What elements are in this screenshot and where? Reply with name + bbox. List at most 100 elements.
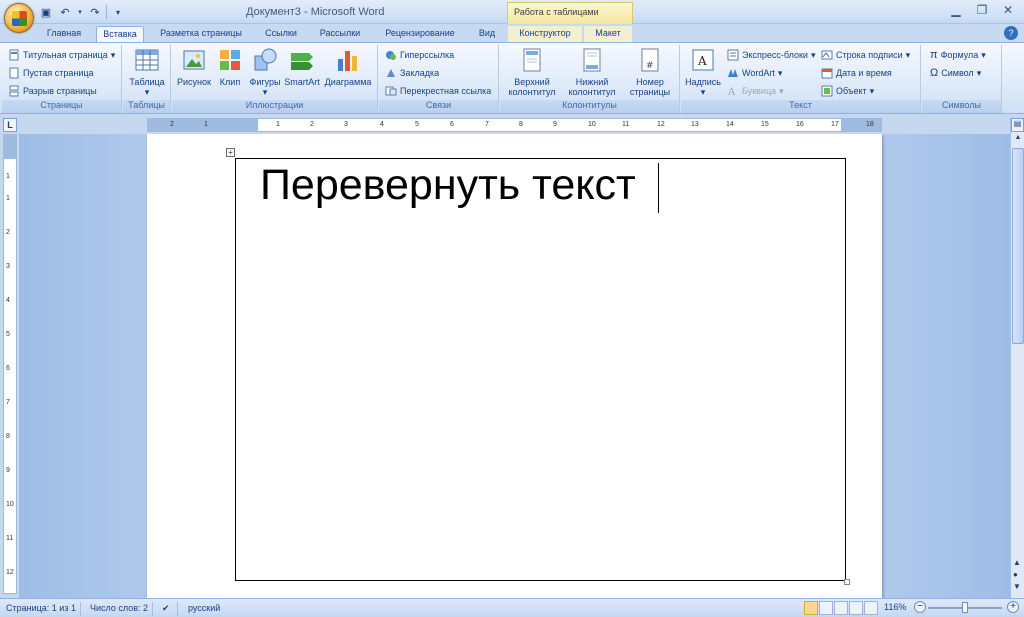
minimize-icon[interactable]: ▁: [944, 2, 968, 19]
next-page-icon[interactable]: ▼: [1013, 582, 1021, 591]
smartart-button[interactable]: SmartArt: [282, 47, 322, 87]
zoom-out-icon[interactable]: −: [914, 601, 926, 613]
wordart-label: WordArt: [742, 68, 775, 78]
print-layout-icon[interactable]: [804, 601, 818, 615]
vertical-ruler[interactable]: 1 1 2 3 4 5 6 7 8 9 10 11 12: [3, 134, 17, 594]
dropdown-arrow-icon: ▾: [981, 49, 986, 60]
tab-table-design[interactable]: Конструктор: [508, 26, 582, 42]
picture-button[interactable]: Рисунок: [176, 47, 212, 87]
dropdown-arrow-icon: ▾: [810, 49, 816, 60]
ruler-tick: 13: [691, 121, 699, 128]
header-button[interactable]: Верхний колонтитул: [504, 47, 560, 97]
table-button[interactable]: Таблица ▾: [128, 47, 166, 97]
word-count[interactable]: Число слов: 2: [86, 602, 154, 616]
page-break-button[interactable]: Разрыв страницы: [8, 83, 97, 99]
undo-dropdown-icon[interactable]: ▾: [76, 4, 84, 20]
ruler-tick: 1: [6, 195, 10, 202]
window-title: Документ3 - Microsoft Word: [246, 6, 385, 18]
ruler-tick: 12: [657, 121, 665, 128]
horizontal-ruler[interactable]: 2 1 1 2 3 4 5 6 7 8 9 10 11 12 13 14 15 …: [147, 118, 882, 132]
page-break-icon: [9, 85, 19, 97]
hyperlink-button[interactable]: Гиперссылка: [385, 47, 454, 63]
equation-button[interactable]: π Формула ▾: [930, 47, 986, 63]
language[interactable]: русский: [184, 602, 224, 616]
page-number-button[interactable]: # Номер страницы: [624, 47, 676, 97]
object-button[interactable]: Объект ▾: [821, 83, 874, 99]
qat-separator: [106, 5, 107, 19]
ruler-tick: 18: [866, 121, 874, 128]
clipart-icon: [220, 50, 240, 70]
quick-parts-button[interactable]: Экспресс-блоки ▾: [727, 47, 816, 63]
shapes-button[interactable]: Фигуры ▾: [248, 47, 282, 97]
blank-page-icon: [9, 67, 19, 79]
outline-view-icon[interactable]: [849, 601, 863, 615]
page-number-label-1: Номер: [636, 77, 664, 87]
document-page[interactable]: + Перевернуть текст: [147, 134, 882, 598]
undo-icon[interactable]: ↶: [57, 4, 73, 20]
help-icon[interactable]: ?: [1004, 26, 1018, 40]
svg-text:#: #: [646, 61, 654, 71]
picture-icon: [183, 50, 205, 70]
tab-page-layout[interactable]: Разметка страницы: [152, 26, 250, 42]
group-label-headers-footers: Колонтитулы: [500, 100, 679, 113]
restore-icon[interactable]: ❐: [970, 2, 994, 19]
blank-page-button[interactable]: Пустая страница: [8, 65, 94, 81]
tab-view[interactable]: Вид: [472, 26, 502, 42]
ruler-tick: 5: [415, 121, 419, 128]
dropdown-arrow-icon: ▾: [777, 67, 783, 78]
date-time-button[interactable]: Дата и время: [821, 65, 892, 81]
dropcap-button[interactable]: A Буквица ▾: [727, 83, 784, 99]
textbox-button[interactable]: A Надпись ▾: [683, 47, 723, 97]
tab-review[interactable]: Рецензирование: [376, 26, 464, 42]
view-ruler-icon[interactable]: ▤: [1011, 118, 1024, 132]
tab-references[interactable]: Ссылки: [258, 26, 304, 42]
signature-line-button[interactable]: Строка подписи ▾: [821, 47, 910, 63]
draft-view-icon[interactable]: [864, 601, 878, 615]
tab-mailings[interactable]: Рассылки: [312, 26, 368, 42]
textbox-label: Надпись: [685, 77, 721, 87]
page-count[interactable]: Страница: 1 из 1: [2, 602, 81, 616]
group-label-pages: Страницы: [2, 100, 121, 113]
footer-label-2: колонтитул: [568, 87, 616, 97]
tab-selector[interactable]: L: [3, 118, 17, 132]
zoom-slider-thumb[interactable]: [962, 602, 968, 613]
vertical-scrollbar[interactable]: ▤ ▲ ▲ ● ▼: [1010, 118, 1024, 598]
clipart-button[interactable]: Клип: [216, 47, 244, 87]
cross-reference-button[interactable]: Перекрестная ссылка: [385, 83, 491, 99]
zoom-level[interactable]: 116%: [884, 602, 906, 612]
ruler-tick: 4: [6, 297, 10, 304]
browse-object-icon[interactable]: ●: [1013, 570, 1018, 579]
redo-icon[interactable]: ↷: [87, 4, 103, 20]
hyperlink-label: Гиперссылка: [400, 50, 455, 60]
spellcheck-icon[interactable]: ✔: [158, 602, 178, 616]
symbol-button[interactable]: Ω Символ ▾: [930, 65, 981, 81]
dropdown-arrow-icon: ▾: [779, 85, 784, 96]
title-page-button[interactable]: Титульная страница ▾: [8, 47, 115, 63]
customize-qat-icon[interactable]: ▾: [110, 4, 126, 20]
table-move-handle-icon[interactable]: +: [226, 148, 235, 157]
ruler-tick: 16: [796, 121, 804, 128]
wordart-button[interactable]: WordArt ▾: [727, 65, 782, 81]
table-resize-handle-icon[interactable]: [844, 579, 850, 585]
prev-page-icon[interactable]: ▲: [1013, 558, 1021, 567]
svg-text:A: A: [697, 54, 707, 68]
footer-icon: [583, 48, 601, 72]
ruler-tick: 1: [6, 173, 10, 180]
full-screen-reading-icon[interactable]: [819, 601, 833, 615]
web-layout-icon[interactable]: [834, 601, 848, 615]
bookmark-icon: [387, 69, 395, 77]
tab-home[interactable]: Главная: [40, 26, 88, 42]
zoom-in-icon[interactable]: +: [1007, 601, 1019, 613]
close-icon[interactable]: ✕: [996, 2, 1020, 19]
tab-insert[interactable]: Вставка: [96, 26, 144, 42]
footer-button[interactable]: Нижний колонтитул: [562, 47, 622, 97]
scroll-up-icon[interactable]: ▲: [1012, 134, 1024, 146]
bookmark-button[interactable]: Закладка: [385, 65, 439, 81]
table-cell[interactable]: Перевернуть текст: [235, 158, 846, 581]
office-button[interactable]: [4, 3, 34, 33]
scroll-thumb[interactable]: [1012, 148, 1024, 344]
chart-button[interactable]: Диаграмма: [322, 47, 374, 87]
tab-table-layout[interactable]: Макет: [584, 26, 632, 42]
save-icon[interactable]: ▣: [38, 4, 54, 20]
document-text[interactable]: Перевернуть текст: [260, 161, 636, 210]
